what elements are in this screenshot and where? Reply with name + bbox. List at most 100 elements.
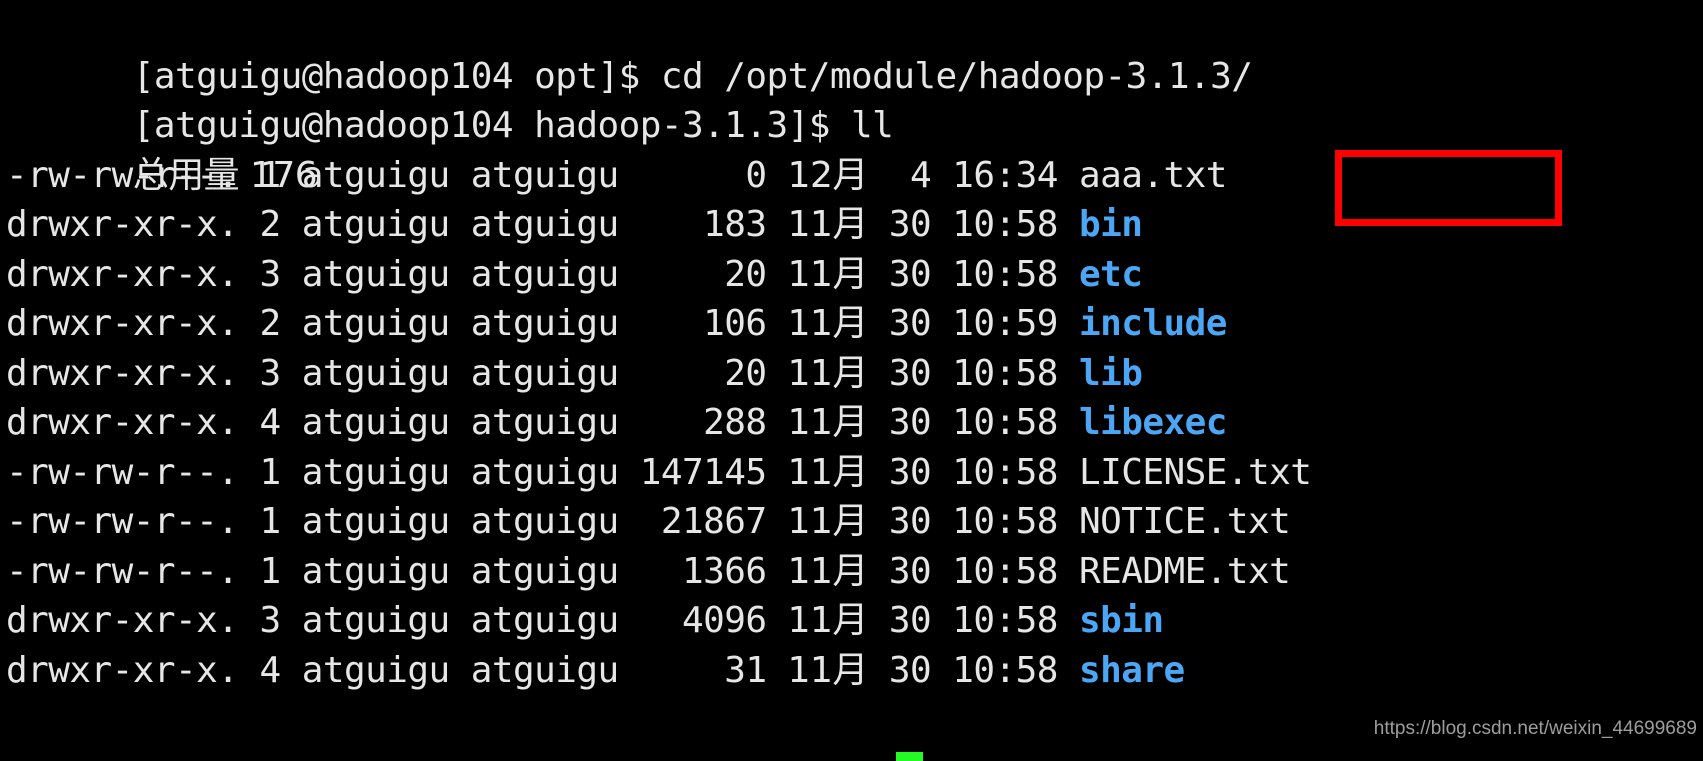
listing-row-metadata: drwxr-xr-x. 3 atguigu atguigu 20 11月 30 … xyxy=(6,254,1079,295)
link-count: 1 xyxy=(259,154,282,196)
permissions: drwxr-xr-x. xyxy=(6,204,239,245)
group: atguigu xyxy=(470,204,619,245)
owner: atguigu xyxy=(301,352,450,394)
permissions: drwxr-xr-x. xyxy=(6,600,239,641)
directory-name[interactable]: bin xyxy=(1079,204,1143,245)
listing-row: drwxr-xr-x. 3 atguigu atguigu 20 11月 30 … xyxy=(6,250,1703,300)
modified-month: 11月 xyxy=(787,550,869,592)
listing-row-metadata: -rw-rw-r--. 1 atguigu atguigu 0 12月 4 16… xyxy=(6,155,1079,196)
listing-row: -rw-rw-r--. 1 atguigu atguigu 0 12月 4 16… xyxy=(6,151,1703,201)
modified-day: 30 xyxy=(888,451,932,493)
modified-day: 30 xyxy=(888,600,932,641)
modified-month: 11月 xyxy=(787,501,869,542)
file-size: 147145 xyxy=(639,451,767,493)
link-count: 1 xyxy=(259,550,282,592)
modified-month: 11月 xyxy=(787,204,869,245)
file-size: 183 xyxy=(639,204,767,245)
link-count: 4 xyxy=(259,649,282,691)
group: atguigu xyxy=(470,352,619,394)
file-name[interactable]: NOTICE.txt xyxy=(1079,501,1291,542)
listing-row: -rw-rw-r--. 1 atguigu atguigu 147145 11月… xyxy=(6,448,1703,498)
group: atguigu xyxy=(470,501,619,542)
link-count: 3 xyxy=(259,352,282,394)
listing-row-metadata: drwxr-xr-x. 4 atguigu atguigu 31 11月 30 … xyxy=(6,650,1079,691)
owner: atguigu xyxy=(301,501,450,542)
directory-name[interactable]: etc xyxy=(1079,254,1143,295)
group: atguigu xyxy=(470,253,619,295)
directory-name[interactable]: libexec xyxy=(1079,402,1227,443)
modified-time: 10:59 xyxy=(952,303,1058,344)
directory-name[interactable]: share xyxy=(1079,650,1185,691)
modified-day: 30 xyxy=(888,303,932,344)
terminal-window[interactable]: [atguigu@hadoop104 opt]$ cd /opt/module/… xyxy=(0,0,1703,761)
directory-name[interactable]: lib xyxy=(1079,353,1143,394)
file-size: 4096 xyxy=(639,600,767,641)
permissions: -rw-rw-r--. xyxy=(6,550,239,592)
directory-name[interactable]: sbin xyxy=(1079,600,1164,641)
modified-time: 10:58 xyxy=(952,600,1058,641)
modified-month: 11月 xyxy=(787,451,869,493)
link-count: 2 xyxy=(259,303,282,344)
file-name[interactable]: README.txt xyxy=(1079,551,1291,592)
listing-row-metadata: drwxr-xr-x. 3 atguigu atguigu 20 11月 30 … xyxy=(6,353,1079,394)
file-name[interactable]: LICENSE.txt xyxy=(1079,452,1312,493)
modified-day: 30 xyxy=(888,402,932,443)
listing-row-metadata: -rw-rw-r--. 1 atguigu atguigu 21867 11月 … xyxy=(6,501,1079,542)
modified-month: 11月 xyxy=(787,600,869,641)
link-count: 1 xyxy=(259,501,282,542)
owner: atguigu xyxy=(301,550,450,592)
file-size: 21867 xyxy=(639,501,767,542)
file-name[interactable]: aaa.txt xyxy=(1079,155,1227,196)
link-count: 3 xyxy=(259,600,282,641)
directory-name[interactable]: include xyxy=(1079,303,1227,344)
file-size: 106 xyxy=(639,303,767,344)
owner: atguigu xyxy=(301,402,450,443)
file-size: 20 xyxy=(639,352,767,394)
modified-month: 11月 xyxy=(787,352,869,394)
modified-day: 30 xyxy=(888,649,932,691)
link-count: 3 xyxy=(259,253,282,295)
group: atguigu xyxy=(470,154,619,196)
group: atguigu xyxy=(470,303,619,344)
file-size: 288 xyxy=(639,402,767,443)
